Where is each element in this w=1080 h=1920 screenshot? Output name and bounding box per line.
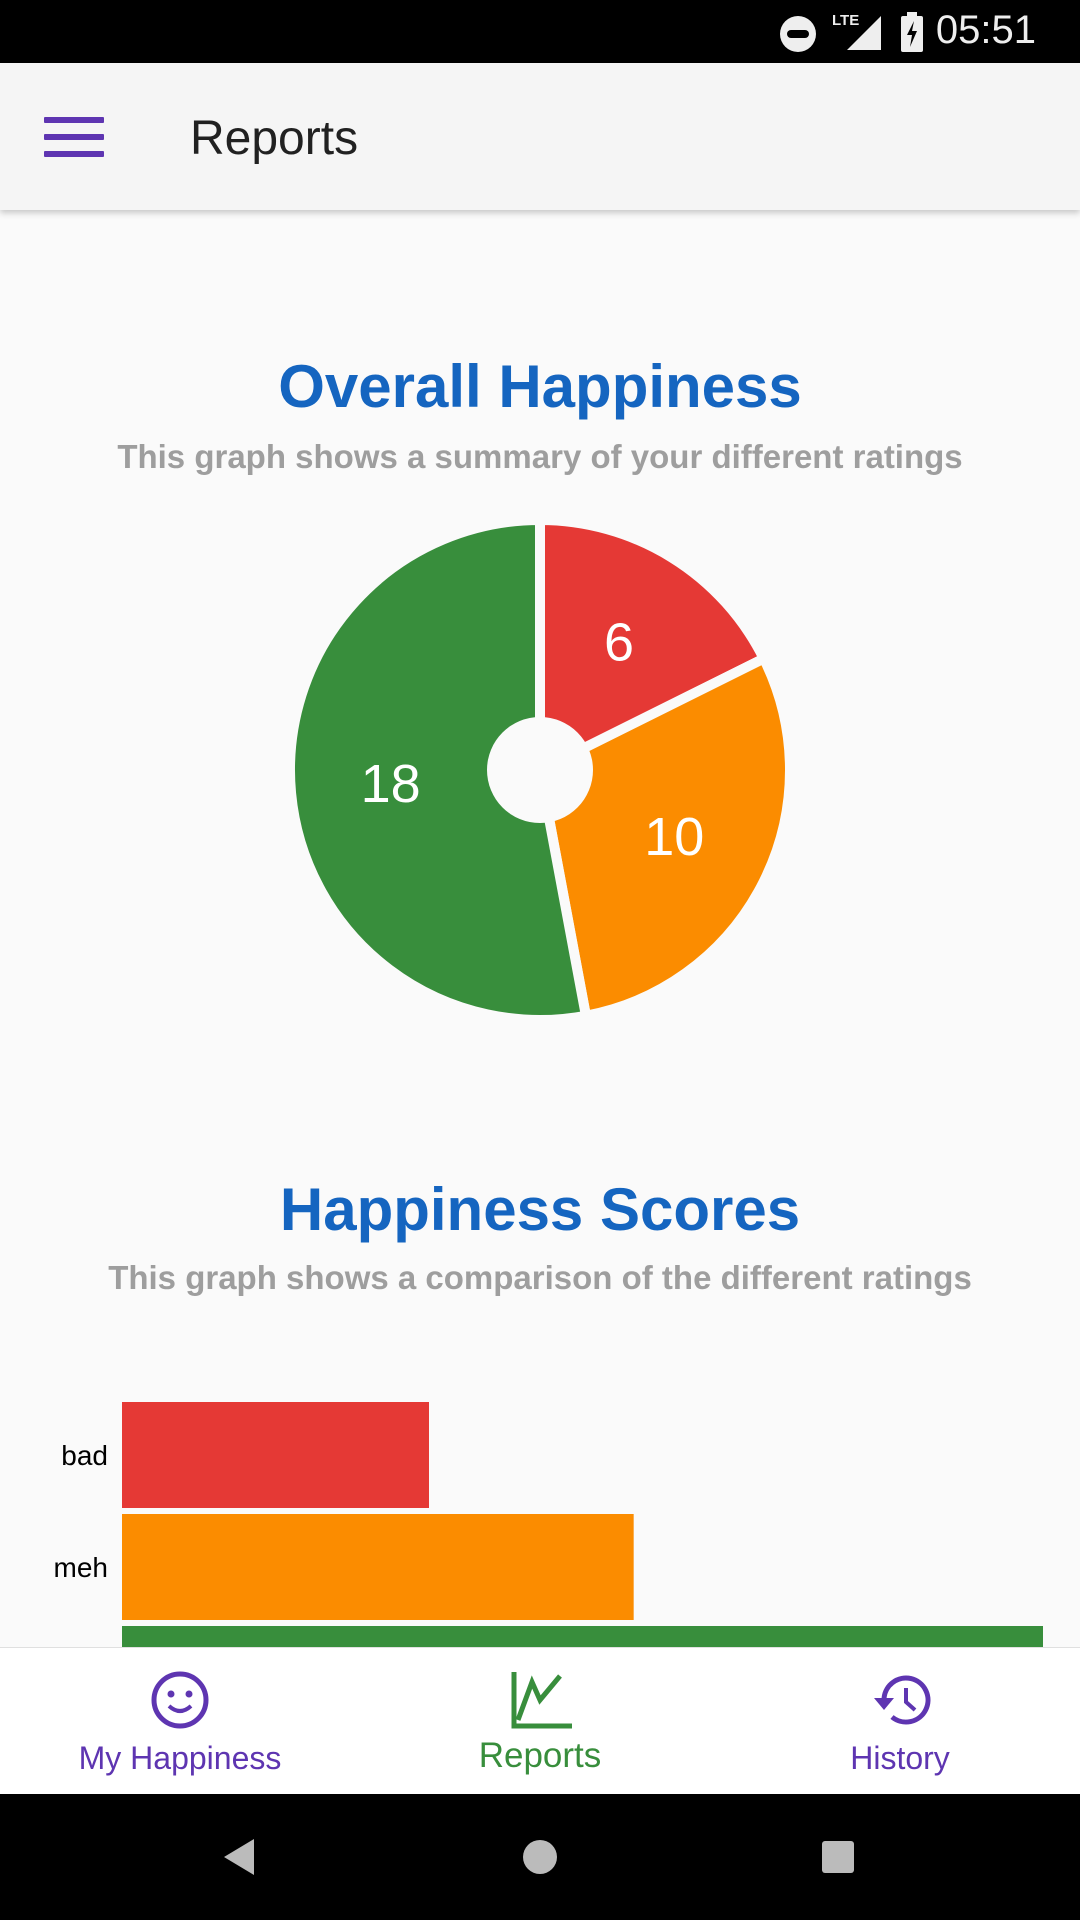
app-bar: Reports [0,63,1080,210]
back-icon[interactable] [222,1837,256,1877]
smiley-icon [151,1671,209,1729]
do-not-disturb-icon [780,16,816,52]
nav-label: Reports [478,1736,602,1775]
section-title-scores: Happiness Scores [279,1176,801,1243]
system-navigation-bar [0,1794,1080,1920]
signal-icon [847,16,881,50]
history-icon [874,1675,931,1725]
recents-icon[interactable] [822,1841,854,1873]
nav-my-happiness[interactable]: My Happiness [0,1648,360,1795]
section-subtitle-scores: This graph shows a comparison of the dif… [108,1259,972,1296]
pie-data-label: 18 [361,754,421,814]
nav-label: History [850,1740,950,1776]
battery-charging-icon [901,12,923,52]
nav-label: My Happiness [78,1740,282,1776]
nav-reports[interactable]: Reports [360,1648,720,1795]
bar-category-label: meh [54,1552,108,1583]
home-icon[interactable] [522,1839,558,1875]
bar-category-label: bad [61,1440,108,1471]
clock: 05:51 [935,8,1036,52]
status-bar: LTE 05:51 [0,0,1080,63]
bottom-navigation: My Happiness Reports History [0,1647,1080,1795]
bar-good [122,1626,1043,1647]
pie-data-label: 6 [604,612,634,672]
line-chart-icon [511,1672,572,1729]
pie-chart: 6 10 18 [285,514,795,1025]
bar-meh [122,1514,634,1620]
pie-data-label: 10 [644,807,704,867]
section-title-overall: Overall Happiness [278,353,802,420]
pie-center-hole [487,717,593,823]
page-title: Reports [190,112,359,165]
hamburger-menu-icon[interactable] [44,117,104,157]
section-subtitle-overall: This graph shows a summary of your diffe… [117,438,963,475]
nav-history[interactable]: History [720,1648,1080,1795]
bar-bad [122,1402,429,1508]
bar-chart: badmehgood [54,1402,1043,1647]
